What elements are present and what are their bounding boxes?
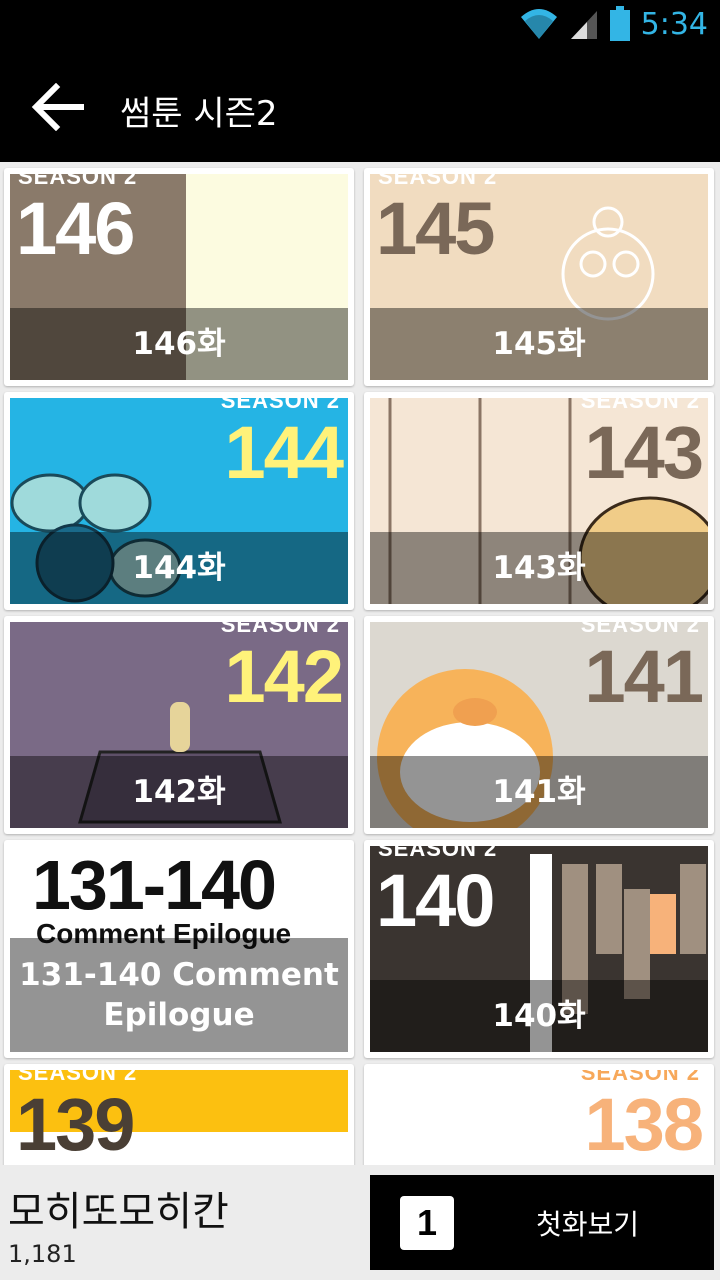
back-button[interactable] (22, 72, 92, 142)
episode-count: 1,181 (8, 1240, 77, 1268)
episode-card[interactable]: SEASON 2 140 140화 (364, 840, 714, 1058)
thumb-number: 141 (584, 635, 704, 718)
thumb-number: 139 (16, 1083, 135, 1165)
caption-overlay: 146화 (10, 308, 348, 380)
episode-title: 141화 (492, 773, 586, 810)
episode-title: 145화 (492, 325, 586, 362)
caption-overlay: 142화 (10, 756, 348, 828)
caption-overlay: 131-140 Comment Epilogue (10, 938, 348, 1052)
episode-grid[interactable]: SEASON 2 146 146화 SEASON 2 145 145화 SEAS… (0, 162, 720, 1165)
episode-thumbnail: SEASON 2 142 142화 (10, 622, 348, 828)
episode-thumbnail: SEASON 2 138 (370, 1070, 708, 1165)
episode-card[interactable]: SEASON 2 146 146화 (4, 168, 354, 386)
cat-illustration (561, 206, 655, 321)
episode-card[interactable]: 131-140 Comment Epilogue 131-140 Comment… (4, 840, 354, 1058)
bottom-bar: 모히또모히칸 1,181 1 첫화보기 (0, 1165, 720, 1280)
episode-card[interactable]: SEASON 2 143 143화 (364, 392, 714, 610)
episode-thumbnail: SEASON 2 146 146화 (10, 174, 348, 380)
caption-overlay: 140화 (370, 980, 708, 1052)
episode-thumbnail: SEASON 2 139 (10, 1070, 348, 1165)
author-name: 모히또모히칸 (8, 1189, 229, 1235)
episode-title: 140화 (492, 997, 586, 1034)
arrow-left-icon (31, 83, 84, 131)
episode-title: 142화 (132, 773, 226, 810)
app-bar: 썸툰 시즌2 (0, 50, 720, 162)
first-episode-label: 첫화보기 (536, 1207, 640, 1241)
thumb-number: 140 (376, 859, 495, 942)
thumb-number: 144 (224, 411, 344, 494)
episode-card[interactable]: SEASON 2 138 (364, 1064, 714, 1165)
thumb-number: 138 (584, 1083, 704, 1165)
page-title: 썸툰 시즌2 (120, 94, 278, 134)
episode-thumbnail: 131-140 Comment Epilogue 131-140 Comment… (10, 846, 348, 1052)
signal-icon (570, 11, 597, 39)
caption-overlay: 144화 (10, 532, 348, 604)
episode-thumbnail: SEASON 2 145 145화 (370, 174, 708, 380)
episode-card[interactable]: SEASON 2 144 144화 (4, 392, 354, 610)
episode-title: 131-140 Comment Epilogue (19, 956, 339, 1033)
status-time: 5:34 (640, 6, 708, 42)
caption-overlay: 145화 (370, 308, 708, 380)
thumb-number: 131-140 (32, 846, 277, 924)
episode-thumbnail: SEASON 2 141 141화 (370, 622, 708, 828)
thumb-number: 142 (224, 635, 344, 718)
thumb-number: 145 (376, 187, 495, 270)
thumb-number: 143 (584, 411, 704, 494)
episode-card[interactable]: SEASON 2 142 142화 (4, 616, 354, 834)
episode-card[interactable]: SEASON 2 145 145화 (364, 168, 714, 386)
caption-overlay: 141화 (370, 756, 708, 828)
first-episode-badge: 1 (400, 1195, 454, 1250)
episode-card[interactable]: SEASON 2 141 141화 (364, 616, 714, 834)
episode-card[interactable]: SEASON 2 139 (4, 1064, 354, 1165)
thumb-number: 146 (16, 187, 135, 270)
caption-overlay: 143화 (370, 532, 708, 604)
episode-title: 143화 (492, 549, 586, 586)
episode-thumbnail: SEASON 2 140 140화 (370, 846, 708, 1052)
episode-title: 144화 (132, 549, 226, 586)
episode-thumbnail: SEASON 2 143 143화 (370, 398, 708, 604)
status-bar: 5:34 (0, 0, 720, 50)
first-episode-button[interactable]: 1 첫화보기 (370, 1175, 714, 1270)
episode-title: 146화 (132, 325, 226, 362)
wifi-icon (520, 9, 557, 39)
battery-icon (609, 6, 630, 41)
episode-thumbnail: SEASON 2 144 144화 (10, 398, 348, 604)
